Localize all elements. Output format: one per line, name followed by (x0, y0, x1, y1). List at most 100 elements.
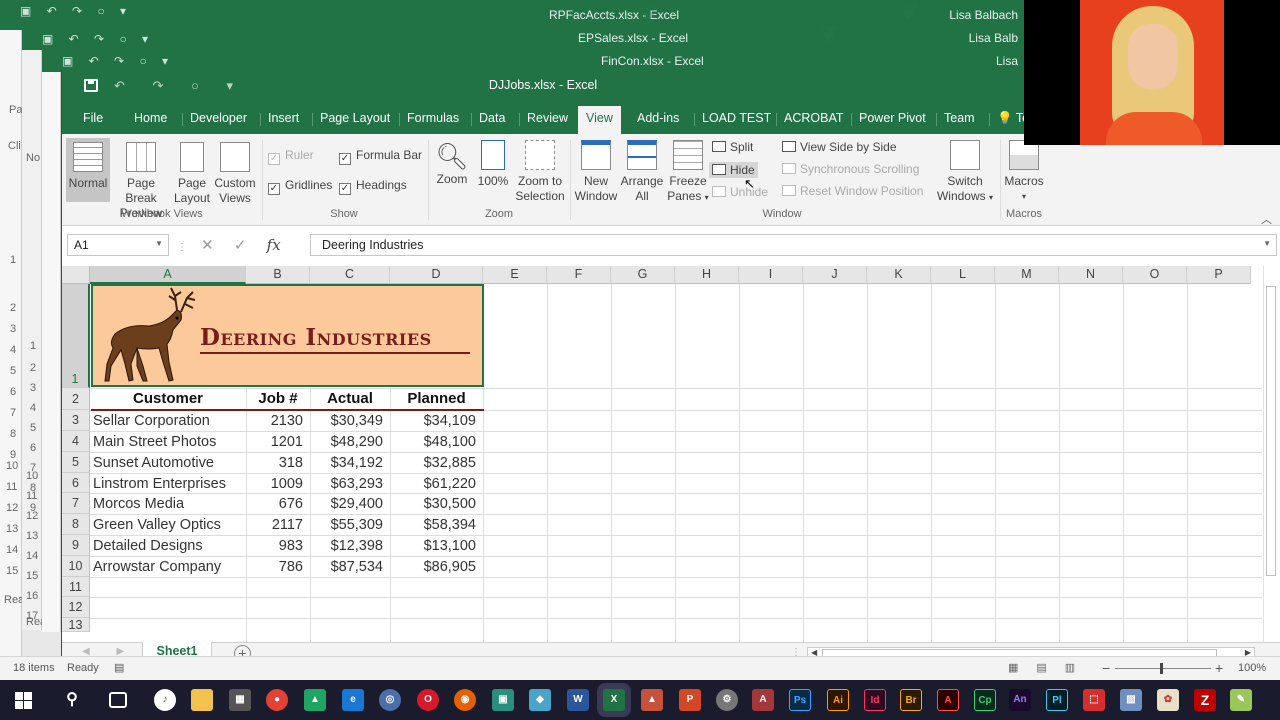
tab-load-test[interactable]: LOAD TEST (693, 111, 771, 126)
column-header[interactable]: P (1187, 266, 1251, 284)
headings-checkbox[interactable]: ✓ Headings (339, 178, 407, 195)
table-header-cell[interactable]: Job # (246, 389, 310, 409)
reset-window-position-button[interactable]: Reset Window Position (782, 184, 923, 198)
windows-start-icon[interactable] (15, 692, 32, 709)
image-viewer-icon[interactable]: ▨ (1120, 689, 1142, 711)
page-layout-button[interactable]: Page Layout (172, 142, 212, 206)
filezilla-icon[interactable]: Z (1194, 689, 1216, 711)
switch-windows-button[interactable]: Switch Windows ▾ (934, 140, 996, 205)
zoom-out-icon[interactable]: − (1102, 660, 1110, 676)
cancel-icon[interactable]: ✕ (201, 237, 214, 254)
bridge-icon[interactable]: Br (900, 689, 922, 711)
formula-input[interactable]: Deering Industries ▼ (310, 234, 1277, 256)
excel-icon[interactable]: X (603, 689, 625, 711)
word-icon[interactable]: W (567, 689, 589, 711)
spreadsheet-grid[interactable]: ABCDEFGHIJKLMNOP 1 2 3 4 5 6 7 8 9 10 11 12 13 Deeri… (62, 266, 1262, 642)
zoom-to-selection-button[interactable]: Zoom to Selection (513, 140, 567, 204)
column-header[interactable]: A (90, 266, 246, 284)
column-header[interactable]: N (1059, 266, 1123, 284)
column-header[interactable]: G (611, 266, 675, 284)
view-mode-icons[interactable]: ▦▤▥ (1008, 661, 1093, 674)
globe-icon[interactable]: ◎ (379, 689, 401, 711)
tab-formulas[interactable]: Formulas (398, 111, 459, 126)
access-icon[interactable]: A (752, 689, 774, 711)
ruler-checkbox[interactable]: ✓ Ruler (268, 148, 314, 165)
camtasia-icon[interactable]: ▣ (492, 689, 514, 711)
column-header[interactable]: E (483, 266, 547, 284)
value-cell[interactable]: $34,192 (310, 453, 383, 473)
column-header[interactable]: L (931, 266, 995, 284)
snagit-icon[interactable]: ◆ (529, 689, 551, 711)
collapse-ribbon-icon[interactable]: ︿ (1261, 211, 1272, 227)
customer-cell[interactable]: Sunset Automotive (93, 453, 214, 473)
column-header[interactable]: B (246, 266, 310, 284)
value-cell[interactable]: 2130 (246, 411, 303, 431)
macro-record-icon[interactable]: ▤ (114, 661, 124, 674)
itunes-icon[interactable]: ♪ (154, 689, 176, 711)
new-window-button[interactable]: New Window (574, 140, 618, 204)
photos-icon[interactable]: ✿ (1157, 689, 1179, 711)
acrobat-icon[interactable]: A (937, 689, 959, 711)
customer-cell[interactable]: Morcos Media (93, 494, 184, 514)
row-header[interactable]: 4 (62, 431, 90, 452)
value-cell[interactable]: 1009 (246, 474, 303, 494)
value-cell[interactable]: $30,500 (390, 494, 476, 514)
column-header[interactable]: M (995, 266, 1059, 284)
row-header[interactable]: 9 (62, 535, 90, 556)
zoom-in-icon[interactable]: + (1215, 660, 1223, 676)
value-cell[interactable]: 786 (246, 557, 303, 577)
prelude-icon[interactable]: Pl (1046, 689, 1068, 711)
column-header[interactable]: J (803, 266, 867, 284)
row-header[interactable]: 8 (62, 514, 90, 535)
table-header-cell[interactable]: Customer (90, 389, 246, 409)
view-side-by-side-button[interactable]: View Side by Side (782, 140, 897, 154)
tab-insert[interactable]: Insert (259, 111, 299, 126)
tab-review[interactable]: Review (519, 111, 568, 126)
row-header[interactable]: 3 (62, 410, 90, 431)
synchronous-scrolling-button[interactable]: Synchronous Scrolling (782, 162, 919, 176)
search-icon[interactable]: ⚲ (61, 689, 83, 711)
enter-icon[interactable]: ✓ (234, 237, 247, 254)
freeze-panes-button[interactable]: Freeze Panes ▾ (666, 140, 710, 205)
value-cell[interactable]: $32,885 (390, 453, 476, 473)
split-button[interactable]: Split (712, 140, 753, 154)
firefox-icon[interactable]: ◉ (454, 689, 476, 711)
google-drive-icon[interactable]: ▲ (304, 689, 326, 711)
column-header[interactable]: H (675, 266, 739, 284)
tab-home[interactable]: Home (134, 111, 167, 125)
formula-bar-checkbox[interactable]: ✓ Formula Bar (339, 148, 422, 165)
zoom-level[interactable]: 100% (1238, 662, 1266, 674)
value-cell[interactable]: $87,534 (310, 557, 383, 577)
value-cell[interactable]: $55,309 (310, 515, 383, 535)
row-header[interactable]: 7 (62, 493, 90, 514)
task-view-icon[interactable] (109, 692, 127, 708)
customer-cell[interactable]: Green Valley Optics (93, 515, 221, 535)
pdf-icon[interactable]: ⬚ (1083, 689, 1105, 711)
macros-button[interactable]: Macros ▾ (1002, 140, 1046, 204)
illustrator-icon[interactable]: Ai (827, 689, 849, 711)
value-cell[interactable]: 983 (246, 536, 303, 556)
value-cell[interactable]: $30,349 (310, 411, 383, 431)
value-cell[interactable]: $61,220 (390, 474, 476, 494)
value-cell[interactable]: $48,290 (310, 432, 383, 452)
zoom-100-button[interactable]: 100% (475, 140, 511, 189)
value-cell[interactable]: $86,905 (390, 557, 476, 577)
bg-window-1[interactable]: ▣ ↶ ↷ ○ ▾ RPFacAccts.xlsx - Excel Lisa B… (0, 0, 1024, 30)
normal-view-button[interactable]: Normal (66, 138, 110, 202)
custom-views-button[interactable]: Custom Views (212, 142, 258, 206)
value-cell[interactable]: $34,109 (390, 411, 476, 431)
indesign-icon[interactable]: Id (864, 689, 886, 711)
tab-acrobat[interactable]: ACROBAT (776, 111, 844, 126)
tab-data[interactable]: Data (470, 111, 505, 126)
value-cell[interactable]: 1201 (246, 432, 303, 452)
value-cell[interactable]: 318 (246, 453, 303, 473)
value-cell[interactable]: 2117 (246, 515, 303, 535)
column-header[interactable]: F (547, 266, 611, 284)
file-explorer-icon[interactable] (191, 689, 213, 711)
access-tool-icon[interactable]: ▲ (641, 689, 663, 711)
row-header[interactable]: 6 (62, 473, 90, 493)
arrange-all-button[interactable]: Arrange All (619, 140, 665, 204)
chrome-icon[interactable]: ● (266, 689, 288, 711)
bg-window-2[interactable]: ▣ ↶ ↷ ○ ▾ EPSales.xlsx - Excel Lisa Balb (22, 28, 1024, 50)
tab-developer[interactable]: Developer (182, 111, 247, 126)
